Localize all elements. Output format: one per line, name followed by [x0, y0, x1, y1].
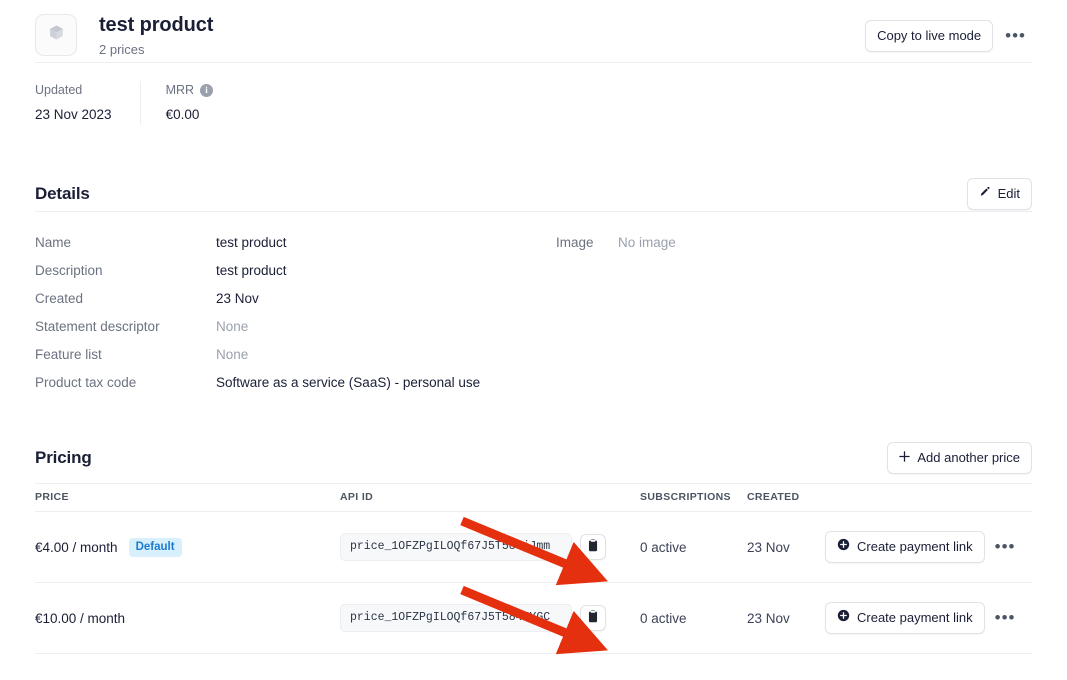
cell-created: 23 Nov [747, 512, 825, 583]
row-overflow-menu-button[interactable]: ••• [989, 609, 1022, 627]
detail-key: Feature list [35, 341, 216, 369]
plus-circle-icon [837, 609, 850, 627]
pricing-table-body: €4.00 / month Default price_1OFZPgILOQf6… [35, 512, 1032, 654]
status-badge: Default [129, 538, 182, 557]
api-id-cell-content: price_1OFZPgILOQf67J5T586jJmm [340, 533, 640, 561]
table-row[interactable]: €4.00 / month Default price_1OFZPgILOQf6… [35, 512, 1032, 583]
cell-actions: Create payment link ••• [825, 512, 1032, 583]
product-detail-page: test product 2 prices Copy to live mode … [0, 0, 1067, 680]
column-header-subscriptions: SUBSCRIPTIONS [640, 484, 747, 512]
copy-api-id-button[interactable] [580, 534, 606, 560]
product-title-block: test product 2 prices [99, 12, 865, 59]
table-header-row: PRICE API ID SUBSCRIPTIONS CREATED [35, 484, 1032, 512]
cell-price: €10.00 / month [35, 583, 340, 654]
detail-key: Statement descriptor [35, 313, 216, 341]
summary-updated-label: Updated [35, 81, 112, 99]
detail-value: 23 Nov [216, 285, 259, 313]
add-another-price-label: Add another price [917, 449, 1020, 467]
product-header: test product 2 prices Copy to live mode … [35, 0, 1032, 62]
summary-strip: Updated 23 Nov 2023 MRR i €0.00 [35, 63, 1032, 145]
row-overflow-menu-button[interactable]: ••• [989, 538, 1022, 556]
pricing-title: Pricing [35, 448, 92, 468]
detail-value: No image [618, 229, 676, 257]
plus-circle-icon [837, 538, 850, 556]
summary-mrr: MRR i €0.00 [140, 81, 241, 125]
plus-icon [899, 449, 910, 467]
price-amount: €4.00 / month [35, 540, 118, 555]
cube-icon [47, 23, 66, 47]
details-title: Details [35, 184, 90, 204]
detail-row-product-tax-code: Product tax code Software as a service (… [35, 369, 556, 397]
table-row[interactable]: €10.00 / month price_1OFZPgILOQf67J5T584… [35, 583, 1032, 654]
page-title: test product [99, 12, 865, 38]
detail-value: None [216, 313, 248, 341]
summary-mrr-label: MRR [166, 81, 194, 99]
create-payment-link-label: Create payment link [857, 609, 973, 627]
cell-created: 23 Nov [747, 583, 825, 654]
pencil-icon [979, 185, 991, 203]
product-avatar [35, 14, 77, 56]
api-id-value[interactable]: price_1OFZPgILOQf67J5T586jJmm [340, 533, 572, 561]
detail-value: test product [216, 229, 287, 257]
api-id-value[interactable]: price_1OFZPgILOQf67J5T584HYGC [340, 604, 572, 632]
detail-row-description: Description test product [35, 257, 556, 285]
create-payment-link-label: Create payment link [857, 538, 973, 556]
detail-value: None [216, 341, 248, 369]
cell-api-id: price_1OFZPgILOQf67J5T584HYGC [340, 583, 640, 654]
api-id-cell-content: price_1OFZPgILOQf67J5T584HYGC [340, 604, 640, 632]
info-icon[interactable]: i [200, 84, 213, 97]
column-header-price: PRICE [35, 484, 340, 512]
create-payment-link-button[interactable]: Create payment link [825, 602, 985, 634]
edit-button-label: Edit [998, 185, 1020, 203]
add-another-price-button[interactable]: Add another price [887, 442, 1032, 474]
details-right-column: Image No image [556, 229, 1032, 397]
header-actions: Copy to live mode ••• [865, 20, 1032, 52]
detail-value: test product [216, 257, 287, 285]
price-cell-content: €4.00 / month Default [35, 538, 340, 557]
pricing-table: PRICE API ID SUBSCRIPTIONS CREATED €4.00… [35, 483, 1032, 654]
detail-row-name: Name test product [35, 229, 556, 257]
copy-to-live-mode-button[interactable]: Copy to live mode [865, 20, 993, 52]
price-count-subtitle: 2 prices [99, 40, 865, 59]
cell-api-id: price_1OFZPgILOQf67J5T586jJmm [340, 512, 640, 583]
summary-mrr-value: €0.00 [166, 105, 213, 125]
detail-key: Name [35, 229, 216, 257]
column-header-actions [825, 484, 1032, 512]
details-left-column: Name test product Description test produ… [35, 229, 556, 397]
create-payment-link-button[interactable]: Create payment link [825, 531, 985, 563]
detail-key: Description [35, 257, 216, 285]
pricing-section-header: Pricing Add another price [35, 441, 1032, 475]
details-body: Name test product Description test produ… [35, 212, 1032, 397]
summary-mrr-label-row: MRR i [166, 81, 213, 99]
column-header-created: CREATED [747, 484, 825, 512]
cell-subscriptions: 0 active [640, 583, 747, 654]
row-actions: Create payment link ••• [825, 531, 1032, 563]
summary-updated: Updated 23 Nov 2023 [35, 81, 140, 125]
column-header-api-id: API ID [340, 484, 640, 512]
detail-row-feature-list: Feature list None [35, 341, 556, 369]
detail-key: Image [556, 229, 618, 257]
pricing-table-header: PRICE API ID SUBSCRIPTIONS CREATED [35, 484, 1032, 512]
summary-updated-value: 23 Nov 2023 [35, 105, 112, 125]
details-section-header: Details Edit [35, 177, 1032, 211]
row-actions: Create payment link ••• [825, 602, 1032, 634]
price-cell-content: €10.00 / month [35, 611, 340, 626]
price-amount: €10.00 / month [35, 611, 125, 626]
detail-row-created: Created 23 Nov [35, 285, 556, 313]
cell-price: €4.00 / month Default [35, 512, 340, 583]
copy-api-id-button[interactable] [580, 605, 606, 631]
detail-value: Software as a service (SaaS) - personal … [216, 369, 480, 397]
header-overflow-menu-button[interactable]: ••• [999, 27, 1032, 45]
edit-button[interactable]: Edit [967, 178, 1032, 210]
detail-row-statement-descriptor: Statement descriptor None [35, 313, 556, 341]
pricing-section: Pricing Add another price PRICE API ID S… [35, 397, 1032, 654]
clipboard-icon [587, 610, 599, 626]
cell-actions: Create payment link ••• [825, 583, 1032, 654]
clipboard-icon [587, 539, 599, 555]
details-section: Details Edit Name test product Descripti… [35, 145, 1032, 397]
detail-key: Created [35, 285, 216, 313]
cell-subscriptions: 0 active [640, 512, 747, 583]
detail-row-image: Image No image [556, 229, 1032, 257]
detail-key: Product tax code [35, 369, 216, 397]
